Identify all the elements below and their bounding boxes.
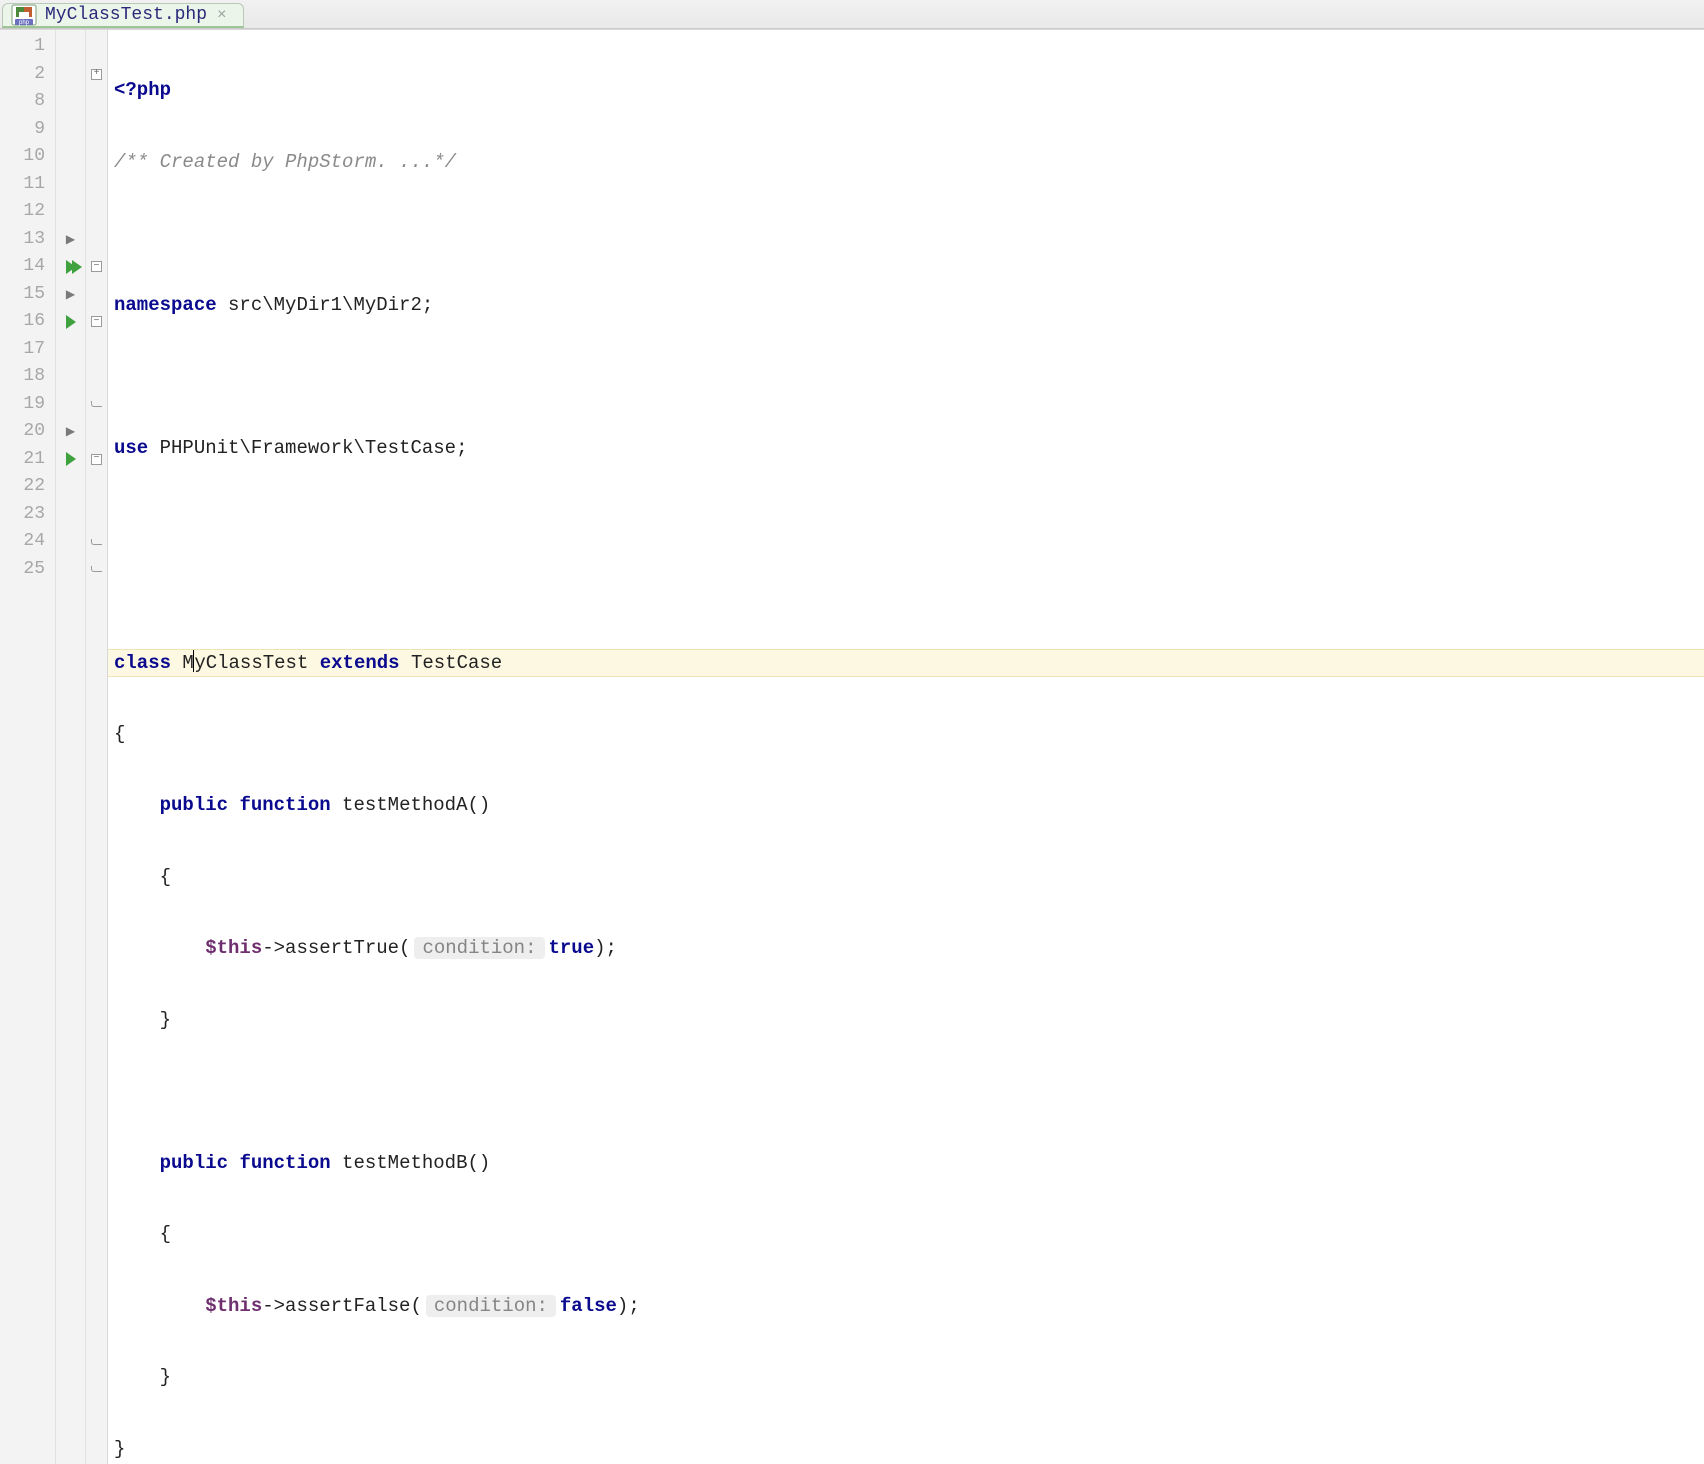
code-line: }	[108, 1364, 1704, 1392]
line-number: 8	[0, 88, 55, 116]
code-line: /** Created by PhpStorm. ...*/	[108, 149, 1704, 177]
fold-end-icon	[91, 401, 102, 407]
line-number: 21	[0, 446, 55, 474]
code-line: $this->assertTrue(condition:true);	[108, 935, 1704, 963]
code-line: public function testMethodB()	[108, 1150, 1704, 1178]
line-number: 24	[0, 528, 55, 556]
php-file-icon: php	[11, 4, 37, 26]
code-line: {	[108, 721, 1704, 749]
code-line-current: class MyClassTest extends TestCase	[108, 649, 1704, 677]
code-line: $this->assertFalse(condition:false);	[108, 1293, 1704, 1321]
line-number: 9	[0, 116, 55, 144]
line-number: 14	[0, 253, 55, 281]
run-test-icon[interactable]	[66, 315, 76, 329]
line-number: 20	[0, 418, 55, 446]
line-number: 2	[0, 61, 55, 89]
line-number: 19	[0, 391, 55, 419]
fold-expand-icon[interactable]: +	[91, 69, 102, 80]
code-line: <?php	[108, 77, 1704, 105]
code-line: }	[108, 1436, 1704, 1464]
code-line	[108, 220, 1704, 248]
code-line: {	[108, 1221, 1704, 1249]
line-number: 10	[0, 143, 55, 171]
line-number: 23	[0, 501, 55, 529]
line-number: 13	[0, 226, 55, 254]
ide-window: php MyClassTest.php × 1 2 8 9 10 11 12 1…	[0, 0, 1704, 732]
fold-collapse-icon[interactable]: −	[91, 454, 102, 465]
fold-end-icon	[91, 566, 102, 572]
line-number: 15	[0, 281, 55, 309]
line-number: 22	[0, 473, 55, 501]
line-number: 11	[0, 171, 55, 199]
code-line: namespace src\MyDir1\MyDir2;	[108, 292, 1704, 320]
line-number: 16	[0, 308, 55, 336]
run-test-icon[interactable]	[66, 452, 76, 466]
code-line: public function testMethodA()	[108, 792, 1704, 820]
gutter-run-markers: ▶ ▶ ▶	[56, 30, 86, 1464]
code-line: }	[108, 1007, 1704, 1035]
code-line: {	[108, 864, 1704, 892]
gutter-folding: + − − −	[86, 30, 108, 1464]
collapse-triangle-icon[interactable]: ▶	[66, 424, 75, 439]
fold-end-icon	[91, 539, 102, 545]
fold-collapse-icon[interactable]: −	[91, 261, 102, 272]
line-number: 12	[0, 198, 55, 226]
line-number: 25	[0, 556, 55, 584]
editor-tab-myclasstest[interactable]: php MyClassTest.php ×	[2, 3, 244, 28]
line-number: 17	[0, 336, 55, 364]
code-line: use PHPUnit\Framework\TestCase;	[108, 435, 1704, 463]
collapse-triangle-icon[interactable]: ▶	[66, 232, 75, 247]
code-area[interactable]: <?php /** Created by PhpStorm. ...*/ nam…	[108, 30, 1704, 1464]
code-line	[108, 363, 1704, 391]
run-class-icon[interactable]	[66, 260, 76, 274]
editor-tab-bar: php MyClassTest.php ×	[0, 0, 1704, 29]
collapse-triangle-icon[interactable]: ▶	[66, 287, 75, 302]
line-number: 18	[0, 363, 55, 391]
code-line	[108, 1078, 1704, 1106]
close-icon[interactable]: ×	[215, 6, 229, 24]
svg-text:php: php	[19, 20, 30, 26]
code-line	[108, 578, 1704, 606]
code-line	[108, 506, 1704, 534]
line-number: 1	[0, 33, 55, 61]
line-number-gutter: 1 2 8 9 10 11 12 13 14 15 16 17 18 19 20…	[0, 30, 56, 1464]
fold-collapse-icon[interactable]: −	[91, 316, 102, 327]
parameter-hint: condition:	[414, 937, 544, 959]
editor-tab-label: MyClassTest.php	[45, 5, 207, 25]
code-editor[interactable]: 1 2 8 9 10 11 12 13 14 15 16 17 18 19 20…	[0, 29, 1704, 1464]
parameter-hint: condition:	[426, 1295, 556, 1317]
